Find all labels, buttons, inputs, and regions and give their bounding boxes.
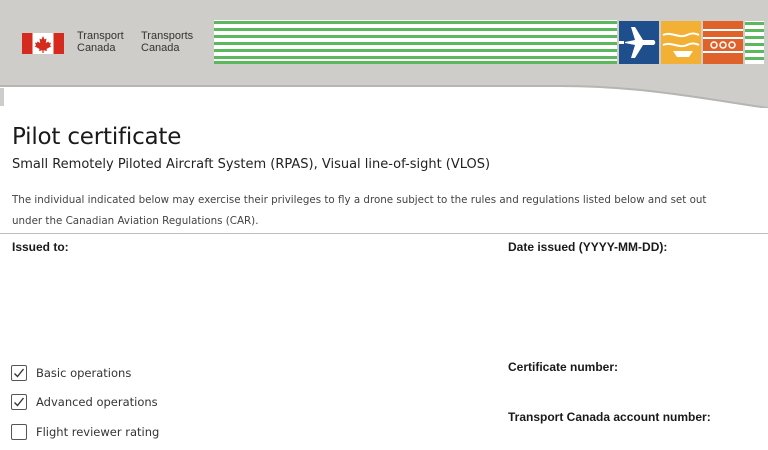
account-number-label: Transport Canada account number: bbox=[508, 410, 711, 424]
checkmark-icon bbox=[14, 397, 25, 407]
department-name-en: Transport Canada bbox=[77, 30, 124, 54]
page-subtitle: Small Remotely Piloted Aircraft System (… bbox=[12, 157, 491, 172]
privilege-label: Basic operations bbox=[36, 366, 132, 380]
date-issued-label: Date issued (YYYY-MM-DD): bbox=[508, 240, 668, 254]
dept-en-line1: Transport bbox=[77, 30, 124, 42]
privilege-basic-operations[interactable]: Basic operations bbox=[11, 363, 131, 383]
privilege-label: Advanced operations bbox=[36, 395, 158, 409]
issued-to-label: Issued to: bbox=[12, 240, 69, 254]
privilege-label: Flight reviewer rating bbox=[36, 425, 160, 439]
intro-line-1: The individual indicated below may exerc… bbox=[12, 194, 707, 206]
dept-fr-line2: Canada bbox=[141, 42, 180, 54]
checkbox[interactable] bbox=[11, 394, 27, 410]
stripes-tail bbox=[745, 21, 764, 64]
checkbox[interactable] bbox=[11, 365, 27, 381]
section-divider bbox=[0, 233, 768, 234]
checkbox[interactable] bbox=[11, 424, 27, 440]
air-mode-icon bbox=[619, 21, 659, 64]
marine-mode-icon bbox=[661, 21, 701, 64]
intro-line-2: under the Canadian Aviation Regulations … bbox=[12, 215, 259, 227]
page-title: Pilot certificate bbox=[12, 124, 182, 150]
transport-modes-graphic bbox=[619, 21, 764, 64]
intro-paragraph: The individual indicated below may exerc… bbox=[12, 190, 752, 232]
privilege-advanced-operations[interactable]: Advanced operations bbox=[11, 392, 158, 412]
header-banner: Transport Canada Transports Canada bbox=[0, 0, 768, 108]
department-name-fr: Transports Canada bbox=[141, 30, 193, 54]
certificate-number-label: Certificate number: bbox=[508, 360, 619, 374]
green-stripes-graphic bbox=[214, 20, 617, 64]
rail-mode-icon bbox=[703, 21, 743, 64]
privilege-flight-reviewer-rating[interactable]: Flight reviewer rating bbox=[11, 422, 159, 442]
dept-en-line2: Canada bbox=[77, 42, 116, 54]
checkmark-icon bbox=[14, 368, 25, 378]
canada-flag-icon bbox=[22, 33, 64, 54]
dept-fr-line1: Transports bbox=[141, 30, 194, 42]
